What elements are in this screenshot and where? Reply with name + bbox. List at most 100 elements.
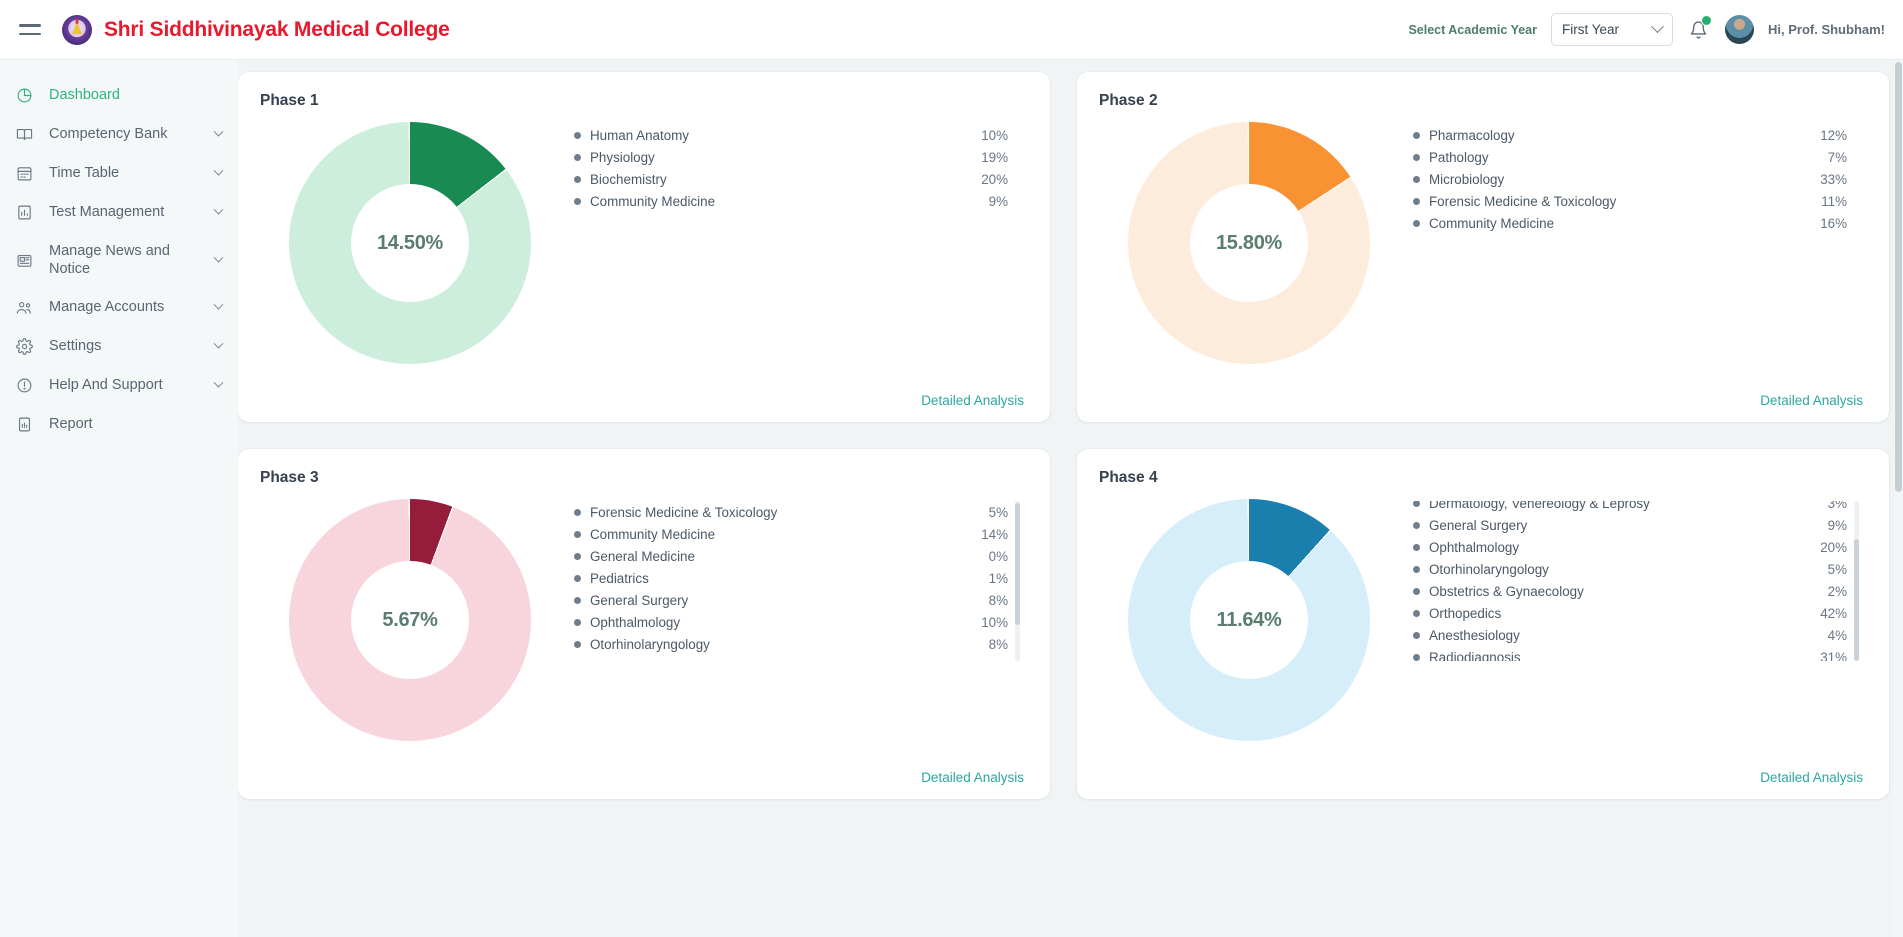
- legend-subject-name: General Surgery: [590, 593, 688, 608]
- notification-badge: [1701, 15, 1712, 26]
- donut-chart-wrapper: 11.64%: [1099, 493, 1399, 764]
- legend-subject-name: Community Medicine: [1429, 216, 1554, 231]
- legend-subject-name: Forensic Medicine & Toxicology: [590, 505, 777, 520]
- card-body: 11.64% Dermatology, Venereology & Leprosy…: [1099, 493, 1867, 764]
- donut-chart-wrapper: 5.67%: [260, 493, 560, 764]
- page-scrollbar-thumb[interactable]: [1895, 62, 1902, 492]
- phase-card: Phase 3 5.67% Forensic Medicine & Toxicolo…: [238, 449, 1050, 799]
- calendar-icon: [16, 165, 33, 182]
- sidebar-item-settings[interactable]: Settings: [0, 327, 238, 366]
- donut-chart[interactable]: 15.80%: [1128, 122, 1370, 364]
- donut-center-value: 14.50%: [377, 232, 443, 255]
- chevron-down-icon[interactable]: [214, 300, 224, 310]
- sidebar-item-competency-bank[interactable]: Competency Bank: [0, 115, 238, 154]
- donut-center-value: 15.80%: [1216, 232, 1282, 255]
- chart-bar-icon: [16, 204, 36, 221]
- legend-row: General Surgery8%: [574, 589, 1024, 611]
- legend-bullet-icon: [574, 597, 581, 604]
- info-circle-icon: [16, 377, 36, 394]
- legend-subject-name: Biochemistry: [590, 172, 667, 187]
- card-footer: Detailed Analysis: [1099, 387, 1867, 408]
- legend-bullet-icon: [1413, 632, 1420, 639]
- chevron-down-icon[interactable]: [214, 378, 224, 388]
- avatar[interactable]: [1725, 15, 1754, 44]
- detailed-analysis-link[interactable]: Detailed Analysis: [1760, 770, 1863, 785]
- legend-bullet-icon: [574, 198, 581, 205]
- card-title: Phase 4: [1099, 469, 1867, 487]
- legend-bullet-icon: [1413, 654, 1420, 661]
- main-content: Phase 114.50%Human Anatomy10%Physiology1…: [238, 60, 1903, 937]
- detailed-analysis-link[interactable]: Detailed Analysis: [1760, 393, 1863, 408]
- legend-row: Ophthalmology20%: [1413, 536, 1863, 558]
- legend-subject-value: 20%: [981, 172, 1024, 187]
- chevron-down-icon[interactable]: [214, 127, 224, 137]
- legend-row: Otorhinolaryngology8%: [574, 633, 1024, 655]
- legend-bullet-icon: [1413, 544, 1420, 551]
- college-logo-icon: [62, 15, 92, 45]
- detailed-analysis-link[interactable]: Detailed Analysis: [921, 393, 1024, 408]
- legend-row: Dermatology, Venereology & Leprosy3%: [1413, 501, 1863, 514]
- legend-bullet-icon: [574, 575, 581, 582]
- sidebar-item-report[interactable]: Report: [0, 405, 238, 444]
- academic-year-select[interactable]: First Year: [1551, 13, 1673, 46]
- sidebar-item-manage-news-and-notice[interactable]: Manage News and Notice: [0, 232, 238, 288]
- legend-subject-name: Human Anatomy: [590, 128, 689, 143]
- brand-title: Shri Siddhivinayak Medical College: [104, 18, 450, 42]
- legend-subject-value: 19%: [981, 150, 1024, 165]
- chevron-down-icon[interactable]: [214, 339, 224, 349]
- notifications-button[interactable]: [1687, 17, 1711, 43]
- detailed-analysis-link[interactable]: Detailed Analysis: [921, 770, 1024, 785]
- hamburger-icon[interactable]: [14, 14, 46, 46]
- sidebar-item-label: Dashboard: [49, 86, 120, 104]
- donut-center: 15.80%: [1190, 184, 1308, 302]
- legend-row: Community Medicine9%: [574, 190, 1024, 212]
- calendar-icon: [16, 165, 36, 182]
- legend-bullet-icon: [574, 132, 581, 139]
- sidebar-item-label: Test Management: [49, 203, 164, 221]
- legend-subject-name: Ophthalmology: [1429, 540, 1519, 555]
- legend-scroll-area[interactable]: Forensic Medicine & Toxicology5%Communit…: [574, 501, 1024, 661]
- legend-row: Forensic Medicine & Toxicology5%: [574, 501, 1024, 523]
- legend-bullet-icon: [1413, 501, 1420, 507]
- sidebar-item-label: Manage News and Notice: [49, 242, 215, 278]
- donut-chart[interactable]: 5.67%: [289, 499, 531, 741]
- legend-subject-name: Radiodiagnosis: [1429, 650, 1521, 662]
- legend-bullet-icon: [574, 154, 581, 161]
- phase-card: Phase 114.50%Human Anatomy10%Physiology1…: [238, 72, 1050, 422]
- legend-bullet-icon: [574, 531, 581, 538]
- legend-row: General Surgery9%: [1413, 514, 1863, 536]
- legend-row: Human Anatomy10%: [574, 124, 1024, 146]
- report-icon: [16, 416, 33, 433]
- donut-chart[interactable]: 11.64%: [1128, 499, 1370, 741]
- legend-subject-name: Dermatology, Venereology & Leprosy: [1429, 501, 1650, 511]
- donut-chart-wrapper: 14.50%: [260, 116, 560, 387]
- card-title: Phase 3: [260, 469, 1028, 487]
- academic-year-value: First Year: [1562, 22, 1619, 37]
- legend-scrollbar-thumb[interactable]: [1854, 539, 1859, 661]
- chevron-down-icon[interactable]: [214, 252, 224, 262]
- chevron-down-icon[interactable]: [214, 166, 224, 176]
- legend-subject-name: Pediatrics: [590, 571, 649, 586]
- legend-bullet-icon: [574, 641, 581, 648]
- user-greeting: Hi, Prof. Shubham!: [1768, 22, 1885, 37]
- sidebar-item-help-and-support[interactable]: Help And Support: [0, 366, 238, 405]
- legend-scroll-area[interactable]: Dermatology, Venereology & Leprosy3%Gene…: [1413, 501, 1863, 661]
- legend-bullet-icon: [574, 176, 581, 183]
- chevron-down-icon[interactable]: [214, 205, 224, 215]
- card-title: Phase 1: [260, 92, 1028, 110]
- legend-subject-value: 12%: [1820, 128, 1863, 143]
- legend: Forensic Medicine & Toxicology5%Communit…: [560, 493, 1028, 764]
- header-actions: Select Academic Year First Year Hi, Prof…: [1408, 13, 1903, 46]
- legend-row: Ophthalmology10%: [574, 611, 1024, 633]
- sidebar-item-dashboard[interactable]: Dashboard: [0, 76, 238, 115]
- donut-chart[interactable]: 14.50%: [289, 122, 531, 364]
- sidebar-item-test-management[interactable]: Test Management: [0, 193, 238, 232]
- legend-scrollbar-thumb[interactable]: [1015, 503, 1020, 625]
- sidebar-item-time-table[interactable]: Time Table: [0, 154, 238, 193]
- newspaper-icon: [16, 252, 33, 269]
- legend-subject-name: Otorhinolaryngology: [1429, 562, 1549, 577]
- sidebar-item-manage-accounts[interactable]: Manage Accounts: [0, 288, 238, 327]
- legend-row: Community Medicine16%: [1413, 212, 1863, 234]
- sidebar-item-label: Competency Bank: [49, 125, 167, 143]
- page-scrollbar[interactable]: [1894, 60, 1903, 937]
